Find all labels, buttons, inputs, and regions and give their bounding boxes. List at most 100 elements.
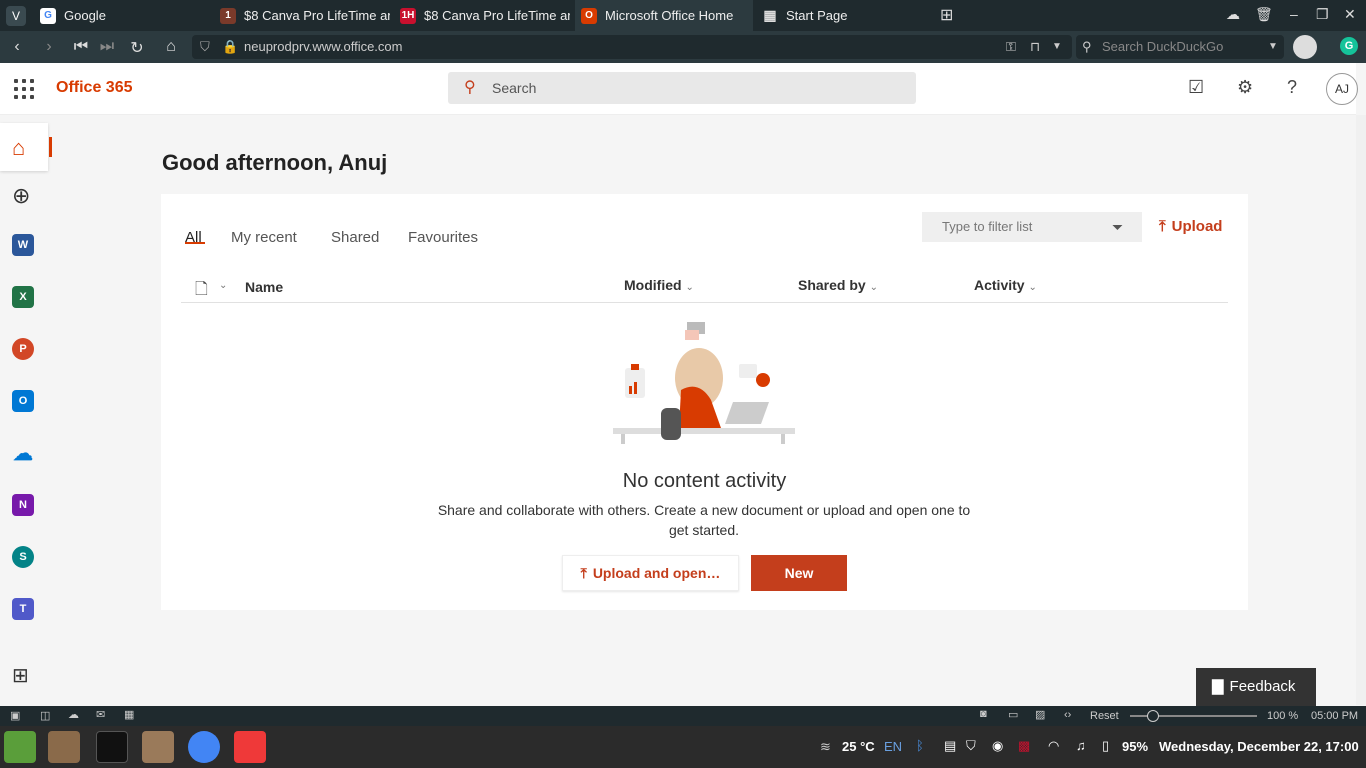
tab-office-home[interactable]: O Microsoft Office Home — [575, 0, 753, 31]
rewind-icon[interactable]: ⏮ — [72, 38, 90, 56]
search-engine-field[interactable]: ⚲ Search DuckDuckGo ▼ — [1076, 35, 1284, 59]
office-search-input[interactable]: ⚲ Search — [448, 72, 916, 104]
shield-icon[interactable]: ⛉ — [966, 738, 976, 754]
browser-tab-bar: V G Google 1 $8 Canva Pro LifeTime and 1… — [0, 0, 1366, 31]
tab-my-recent[interactable]: My recent — [231, 229, 297, 246]
chrome-icon[interactable] — [188, 731, 220, 763]
trash-icon[interactable]: 🗑 — [1255, 6, 1273, 23]
back-icon[interactable]: ‹ — [8, 38, 26, 56]
reload-icon[interactable]: ↻ — [128, 38, 146, 58]
battery-icon[interactable]: ▯ — [1102, 738, 1109, 754]
weather-icon[interactable]: ≋ — [820, 739, 831, 755]
outlook-icon[interactable]: O — [12, 390, 34, 412]
window-icon[interactable]: ▭ — [1008, 708, 1018, 721]
feedback-button[interactable]: ▇ Feedback — [1196, 668, 1316, 706]
language-indicator[interactable]: EN — [884, 739, 902, 754]
onenote-icon[interactable]: N — [12, 494, 34, 516]
tab-canva-2[interactable]: 1H $8 Canva Pro LifeTime and — [394, 0, 570, 31]
mail-icon[interactable]: ✉ — [96, 708, 105, 721]
zoom-slider-handle[interactable] — [1147, 710, 1159, 722]
camera-icon[interactable]: ◙ — [980, 708, 987, 720]
my-day-icon[interactable]: ☑ — [1188, 77, 1204, 98]
filter-icon[interactable]: ⏷ — [1112, 212, 1123, 242]
user-avatar[interactable]: AJ — [1326, 73, 1358, 105]
upload-button[interactable]: ⤒ Upload — [1159, 218, 1222, 235]
profile-avatar[interactable] — [1293, 35, 1317, 59]
music-icon[interactable]: ♫ — [1076, 738, 1086, 753]
home-icon: ⌂ — [12, 135, 26, 160]
column-modified[interactable]: Modified ⌄ — [624, 277, 694, 293]
nvidia-icon[interactable]: ◉ — [992, 738, 1003, 754]
vivaldi-menu-icon[interactable]: V — [6, 6, 26, 26]
chevron-down-icon[interactable]: ▼ — [1268, 35, 1278, 59]
uk-flag-icon[interactable]: ▩ — [1018, 738, 1030, 754]
rail-home[interactable]: ⌂ — [0, 123, 52, 171]
help-icon[interactable]: ? — [1287, 77, 1297, 98]
panel-toggle-icon[interactable]: ▣ — [10, 709, 20, 722]
battery-level: 95% — [1122, 739, 1149, 754]
app-launcher-icon[interactable] — [14, 79, 34, 99]
tab-start-page[interactable]: ▦ Start Page — [756, 0, 926, 31]
key-icon[interactable]: ⚿ — [1006, 35, 1016, 59]
image-icon[interactable]: ▨ — [1035, 708, 1045, 721]
bluetooth-icon[interactable]: ᛒ — [916, 738, 924, 753]
office-brand[interactable]: Office 365 — [56, 79, 132, 97]
weather-temp[interactable]: 25 °C — [842, 739, 875, 754]
header-divider — [181, 302, 1228, 303]
wifi-icon[interactable]: ◠ — [1048, 738, 1059, 754]
office-icon: O — [581, 7, 597, 24]
sync-icon[interactable]: ☁ — [68, 708, 79, 721]
onedrive-icon[interactable]: ☁ — [12, 442, 34, 465]
teams-icon[interactable]: T — [12, 598, 34, 620]
maximize-button[interactable]: ❐ — [1316, 6, 1329, 23]
code-icon[interactable]: ‹› — [1064, 709, 1071, 721]
files-icon[interactable] — [48, 731, 80, 763]
sharepoint-icon[interactable]: S — [12, 546, 34, 568]
gear-icon[interactable]: ⚙ — [1237, 77, 1253, 98]
powerpoint-icon[interactable]: P — [12, 338, 34, 360]
date-time[interactable]: Wednesday, December 22, 17:00 — [1159, 739, 1359, 754]
minimize-button[interactable]: – — [1290, 6, 1298, 22]
column-label: Shared by — [798, 277, 866, 293]
clipboard-icon[interactable]: ▤ — [944, 738, 956, 754]
new-tab-button[interactable]: ⊞ — [940, 5, 953, 25]
shield-icon[interactable]: ⛉ — [200, 35, 210, 59]
grid-icon: ▦ — [763, 7, 777, 23]
forward-icon[interactable]: › — [40, 38, 58, 56]
mint-menu-icon[interactable] — [4, 731, 36, 763]
search-icon: ⚲ — [464, 79, 476, 96]
tab-shared[interactable]: Shared — [331, 229, 379, 246]
file-type-icon[interactable]: 🗋 — [195, 278, 208, 305]
tab-title: Google — [64, 8, 106, 23]
column-name[interactable]: Name — [245, 279, 283, 295]
bookmark-icon[interactable]: ⊓ — [1030, 35, 1040, 59]
upload-label: Upload — [1171, 218, 1223, 235]
grammarly-icon[interactable]: G — [1340, 37, 1358, 55]
filter-input[interactable]: Type to filter list ⏷ — [922, 212, 1142, 242]
excel-icon[interactable]: X — [12, 286, 34, 308]
fast-forward-icon[interactable]: ⏭ — [98, 38, 116, 56]
chevron-down-icon[interactable]: ⌄ — [219, 280, 227, 291]
vivaldi-icon[interactable] — [234, 731, 266, 763]
close-button[interactable]: ✕ — [1344, 6, 1356, 23]
new-button[interactable]: New — [751, 555, 847, 591]
zoom-reset[interactable]: Reset — [1090, 710, 1119, 722]
address-bar[interactable]: ⛉ 🔒 neuprodprv.www.office.com ⚿ ⊓ ▼ — [192, 35, 1072, 59]
create-icon[interactable]: ⊕ — [12, 183, 30, 209]
column-shared-by[interactable]: Shared by ⌄ — [798, 277, 878, 293]
all-apps-icon[interactable]: ⊞ — [12, 663, 29, 688]
cloud-icon[interactable]: ☁ — [1226, 6, 1240, 23]
page-scrollbar[interactable] — [1356, 115, 1366, 705]
terminal-icon[interactable] — [96, 731, 128, 763]
upload-and-open-button[interactable]: ⤒ Upload and open… — [562, 555, 739, 591]
tab-favourites[interactable]: Favourites — [408, 229, 478, 246]
tab-canva-1[interactable]: 1 $8 Canva Pro LifeTime and — [214, 0, 390, 31]
tiling-icon[interactable]: ◫ — [40, 709, 50, 722]
home-icon[interactable]: ⌂ — [162, 38, 180, 56]
word-icon[interactable]: W — [12, 234, 34, 256]
folder-icon[interactable] — [142, 731, 174, 763]
chevron-down-icon[interactable]: ▼ — [1052, 35, 1062, 59]
tab-google[interactable]: G Google — [34, 0, 212, 31]
column-activity[interactable]: Activity ⌄ — [974, 277, 1037, 293]
calendar-icon[interactable]: ▦ — [124, 708, 134, 721]
